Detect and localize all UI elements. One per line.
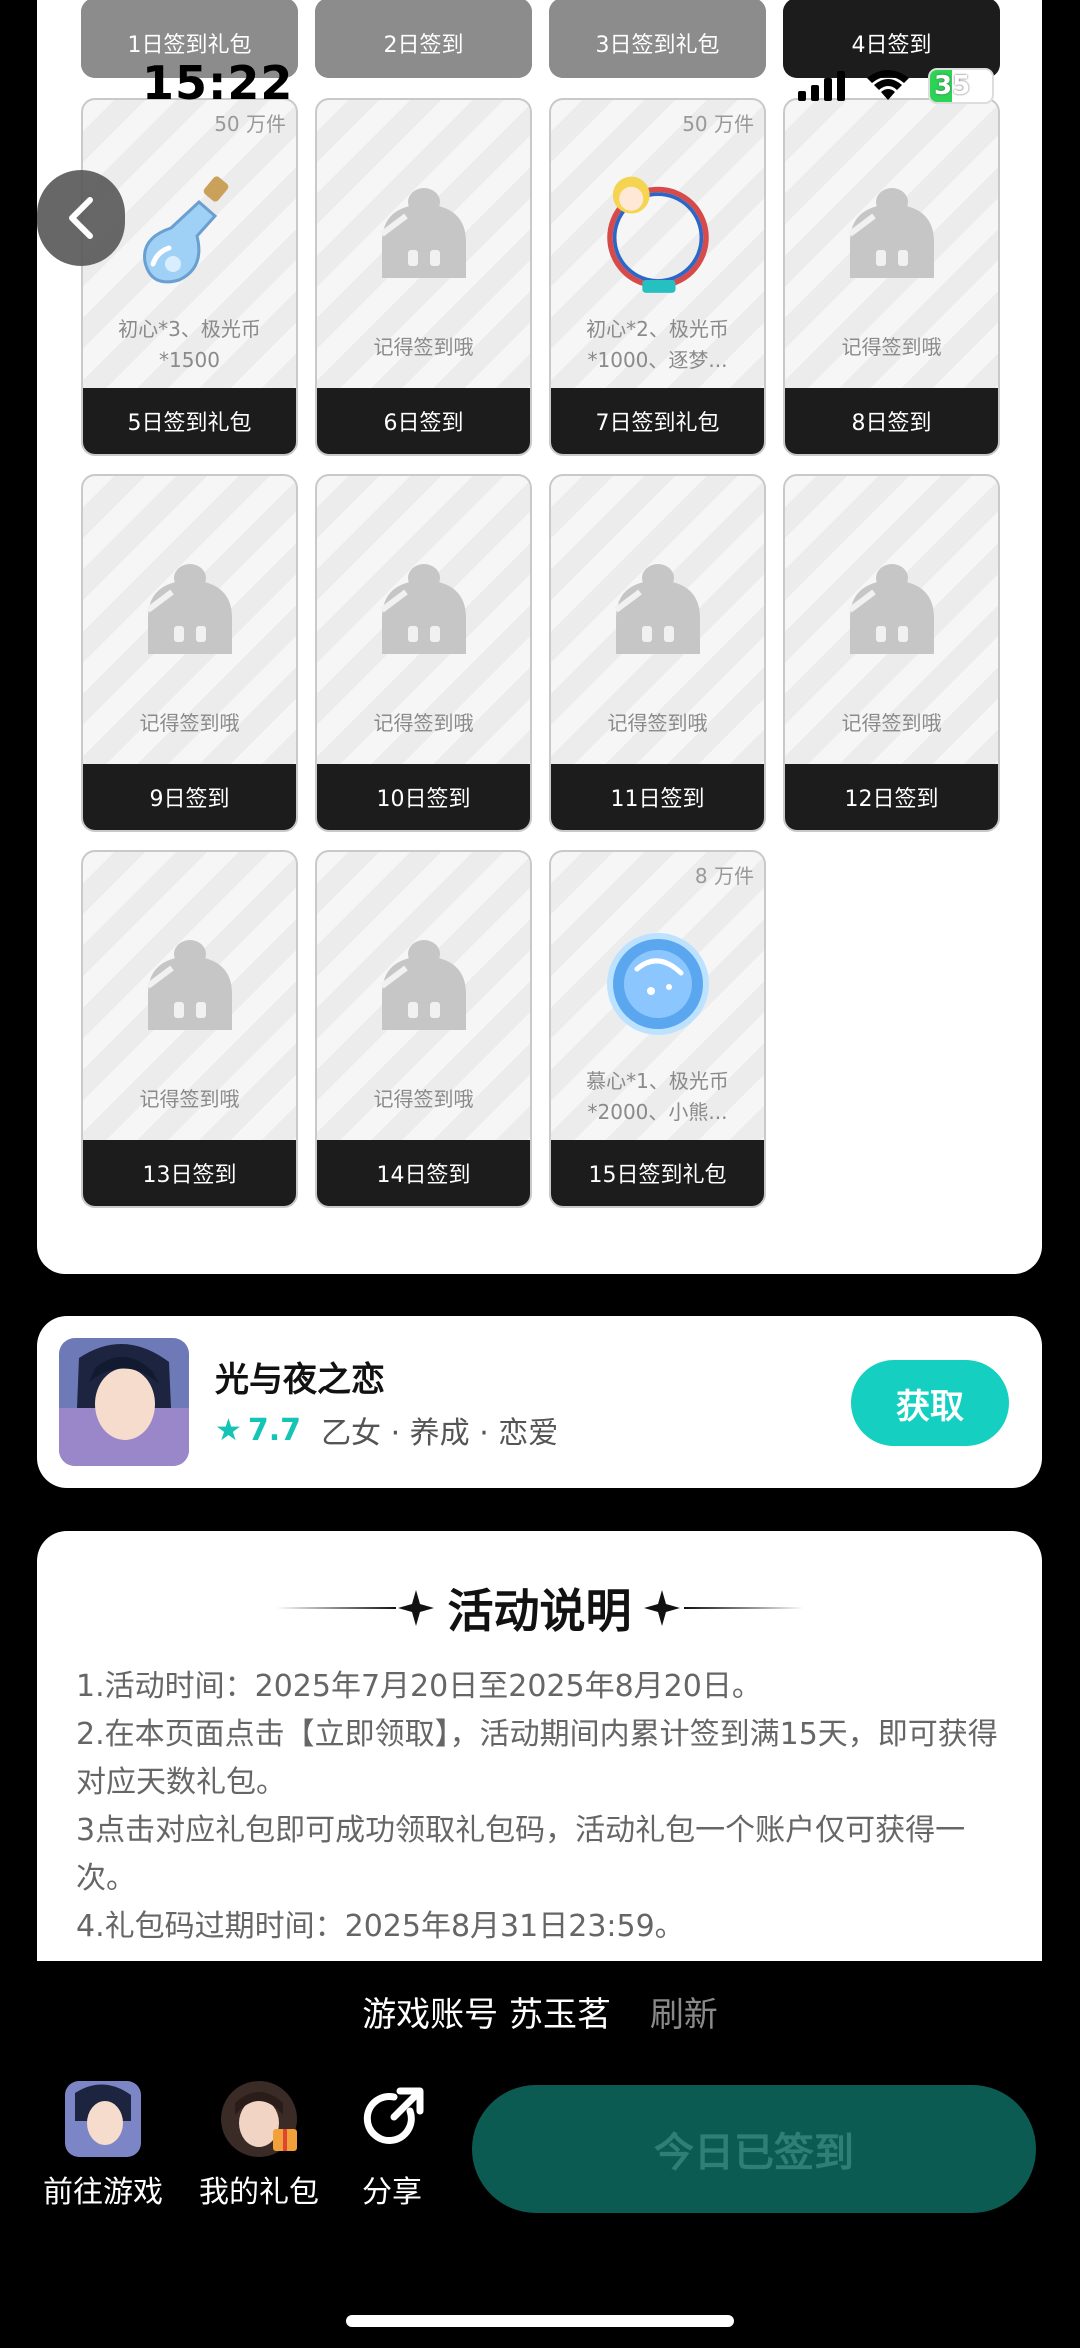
stock-badge: 8 万件 bbox=[694, 864, 754, 888]
game-meta: ★ 7.7 乙女 · 养成 · 恋爱 bbox=[215, 1408, 558, 1452]
reward-desc: 初心*2、极光币*1000、逐梦... bbox=[586, 317, 729, 372]
get-button[interactable]: 获取 bbox=[851, 1360, 1009, 1446]
day-label: 13日签到 bbox=[83, 1140, 296, 1206]
status-time: 15:22 bbox=[142, 56, 294, 110]
checkin-panel: 1日签到礼包 2日签到 3日签到礼包 4日签到 50 万件 初心*3、极光币*1… bbox=[37, 0, 1042, 1274]
game-title: 光与夜之恋 bbox=[215, 1360, 385, 1400]
placeholder-icon bbox=[364, 172, 484, 292]
game-rating: 7.7 bbox=[247, 1412, 302, 1448]
day-card-13[interactable]: 记得签到哦 13日签到 bbox=[81, 850, 298, 1208]
go-game-label: 前往游戏 bbox=[43, 2175, 163, 2210]
placeholder-icon bbox=[130, 924, 250, 1044]
day-label: 11日签到 bbox=[551, 764, 764, 830]
wifi-icon bbox=[867, 70, 909, 100]
refresh-button[interactable]: 刷新 bbox=[650, 1995, 718, 2035]
placeholder-icon bbox=[832, 172, 952, 292]
app-root: { "status_bar": {"time": "15:22", "batte… bbox=[0, 0, 1080, 2348]
rule-line: 1.活动时间：2025年7月20日至2025年8月20日。 bbox=[76, 1669, 762, 1704]
placeholder-icon bbox=[364, 924, 484, 1044]
my-gifts-button[interactable]: 我的礼包 bbox=[199, 2081, 319, 2211]
day-label: 15日签到礼包 bbox=[551, 1140, 764, 1206]
signal-icon bbox=[798, 71, 845, 101]
reward-desc: 初心*3、极光币*1500 bbox=[118, 317, 261, 372]
battery-icon: 35 bbox=[928, 68, 994, 104]
coin-icon bbox=[598, 924, 718, 1044]
status-icons: 35 bbox=[798, 68, 994, 104]
rule-line: 3点击对应礼包即可成功领取礼包码，活动礼包一个账户仅可获得一次。 bbox=[76, 1813, 966, 1896]
reward-desc: 记得签到哦 bbox=[373, 711, 474, 735]
placeholder-icon bbox=[130, 548, 250, 668]
day-label: 6日签到 bbox=[317, 388, 530, 454]
placeholder-icon bbox=[364, 548, 484, 668]
account-row: 游戏账号 苏玉茗 刷新 bbox=[0, 1987, 1080, 2036]
ring-frame-icon bbox=[598, 172, 718, 293]
rules-body: 1.活动时间：2025年7月20日至2025年8月20日。 2.在本页面点击【立… bbox=[76, 1663, 1012, 1951]
placeholder-icon bbox=[598, 548, 718, 668]
reward-desc: 记得签到哦 bbox=[607, 711, 708, 735]
day-label: 9日签到 bbox=[83, 764, 296, 830]
day-label: 14日签到 bbox=[317, 1140, 530, 1206]
share-icon bbox=[363, 2087, 424, 2144]
sparkle-divider-right-icon bbox=[643, 1590, 804, 1626]
rule-line: 4.礼包码过期时间：2025年8月31日23:59。 bbox=[76, 1909, 685, 1944]
game-avatar bbox=[65, 2081, 141, 2157]
day-label: 5日签到礼包 bbox=[83, 388, 296, 454]
day-card-15[interactable]: 8 万件 慕心*1、极光币*2000、小熊... 15日签到礼包 bbox=[549, 850, 766, 1208]
day-card-11[interactable]: 记得签到哦 11日签到 bbox=[549, 474, 766, 832]
bottle-icon bbox=[130, 172, 250, 292]
status-bar: 15:22 35 bbox=[0, 0, 1080, 180]
star-icon: ★ bbox=[215, 1412, 242, 1448]
account-name: 苏玉茗 bbox=[509, 1995, 611, 2035]
share-label: 分享 bbox=[362, 2175, 422, 2210]
day-label: 8日签到 bbox=[785, 388, 998, 454]
battery-level: 35 bbox=[934, 71, 971, 101]
rules-title: 活动说明 bbox=[447, 1584, 632, 1638]
go-game-button[interactable]: 前往游戏 bbox=[43, 2081, 163, 2211]
reward-desc: 记得签到哦 bbox=[373, 335, 474, 359]
home-indicator bbox=[346, 2315, 734, 2327]
day-card-12[interactable]: 记得签到哦 12日签到 bbox=[783, 474, 1000, 832]
checkin-button[interactable]: 今日已签到 bbox=[472, 2085, 1036, 2213]
reward-desc: 记得签到哦 bbox=[373, 1087, 474, 1111]
chevron-left-icon bbox=[69, 197, 93, 239]
day-label: 10日签到 bbox=[317, 764, 530, 830]
placeholder-icon bbox=[832, 548, 952, 668]
game-tags: 乙女 · 养成 · 恋爱 bbox=[321, 1416, 559, 1451]
day-card-14[interactable]: 记得签到哦 14日签到 bbox=[315, 850, 532, 1208]
bottom-bar: 游戏账号 苏玉茗 刷新 前往游戏 我的礼包 分享 今日已签到 bbox=[0, 1961, 1080, 2348]
game-card: 光与夜之恋 ★ 7.7 乙女 · 养成 · 恋爱 获取 bbox=[37, 1316, 1042, 1488]
rules-section: 活动说明 1.活动时间：2025年7月20日至2025年8月20日。 2.在本页… bbox=[37, 1531, 1042, 1961]
my-gifts-label: 我的礼包 bbox=[199, 2175, 319, 2210]
reward-desc: 记得签到哦 bbox=[139, 1087, 240, 1111]
reward-desc: 记得签到哦 bbox=[841, 335, 942, 359]
rules-heading: 活动说明 bbox=[37, 1573, 1042, 1643]
sparkle-divider-left-icon bbox=[275, 1590, 434, 1626]
reward-desc: 记得签到哦 bbox=[841, 711, 942, 735]
day-label: 7日签到礼包 bbox=[551, 388, 764, 454]
back-button[interactable] bbox=[37, 170, 125, 266]
game-cover bbox=[59, 1338, 189, 1466]
day-card-9[interactable]: 记得签到哦 9日签到 bbox=[81, 474, 298, 832]
reward-desc: 慕心*1、极光币*2000、小熊... bbox=[586, 1069, 729, 1124]
share-button[interactable]: 分享 bbox=[354, 2081, 430, 2211]
reward-desc: 记得签到哦 bbox=[139, 711, 240, 735]
day-card-10[interactable]: 记得签到哦 10日签到 bbox=[315, 474, 532, 832]
gift-avatar bbox=[221, 2081, 297, 2157]
day-label: 12日签到 bbox=[785, 764, 998, 830]
rule-line: 2.在本页面点击【立即领取】，活动期间内累计签到满15天，即可获得对应天数礼包。 bbox=[76, 1717, 998, 1800]
account-prefix: 游戏账号 bbox=[362, 1995, 499, 2035]
